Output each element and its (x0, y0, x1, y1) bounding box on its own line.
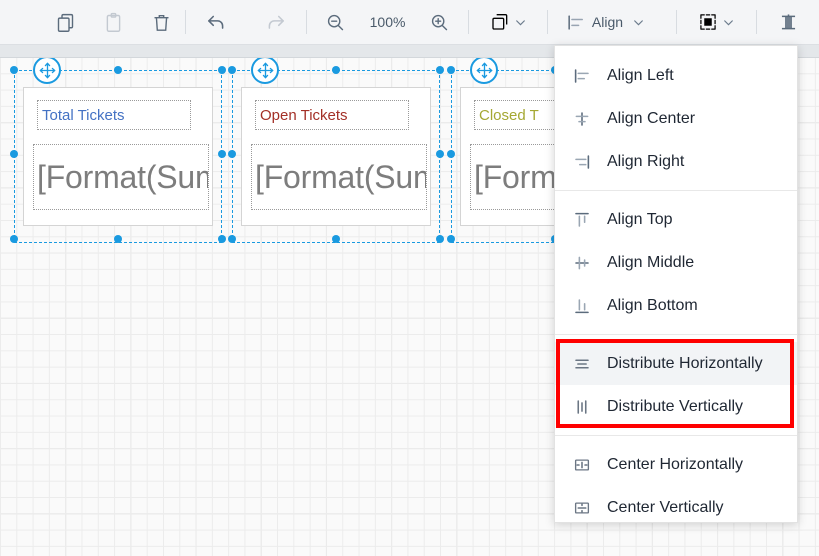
resize-handle-nw[interactable] (447, 66, 455, 74)
resize-handle-nw[interactable] (228, 66, 236, 74)
resize-handle-e[interactable] (436, 150, 444, 158)
resize-handle-se[interactable] (218, 235, 226, 243)
center-vertical-icon (569, 499, 595, 517)
resize-handle-e[interactable] (218, 150, 226, 158)
zoom-in-icon (432, 14, 448, 30)
chevron-down-icon (722, 16, 735, 29)
menu-item-label: Distribute Vertically (607, 397, 744, 415)
designer-window: 100% Align Total Tickets [Format(Sum Ope… (0, 0, 819, 556)
redo-icon (268, 15, 284, 29)
menu-item-align-top[interactable]: Align Top (555, 198, 797, 241)
lock-button[interactable] (757, 0, 819, 45)
zoom-level-label: 100% (369, 14, 406, 30)
menu-divider (555, 334, 797, 335)
align-button-label: Align (591, 14, 624, 30)
move-icon (257, 62, 273, 78)
move-icon (476, 62, 492, 78)
menu-divider (555, 190, 797, 191)
menu-item-label: Center Vertically (607, 498, 724, 516)
resize-handle-sw[interactable] (447, 235, 455, 243)
move-icon (39, 62, 55, 78)
menu-item-label: Align Bottom (607, 296, 698, 314)
align-top-icon (569, 211, 595, 229)
menu-item-align-left[interactable]: Align Left (555, 54, 797, 97)
widget-open-tickets[interactable]: Open Tickets [Format(Sum (228, 58, 444, 244)
chevron-down-icon (514, 16, 527, 29)
undo-icon (208, 15, 224, 29)
resize-handle-se[interactable] (436, 235, 444, 243)
chevron-down-icon (632, 16, 645, 29)
menu-item-label: Center Horizontally (607, 455, 744, 473)
resize-handle-s[interactable] (332, 235, 340, 243)
menu-divider (555, 435, 797, 436)
trash-icon (154, 14, 169, 31)
menu-item-label: Align Middle (607, 253, 695, 271)
undo-button[interactable] (186, 0, 246, 45)
selection-icon (700, 14, 716, 30)
main-toolbar: 100% Align (0, 0, 819, 45)
paste-button[interactable] (90, 0, 138, 45)
arrange-icon (491, 14, 507, 30)
resize-handle-ne[interactable] (436, 66, 444, 74)
align-dropdown-menu: Align Left Align Center Align Right Alig… (554, 45, 798, 523)
align-button[interactable]: Align (548, 0, 676, 45)
selection-outline (14, 70, 222, 243)
resize-handle-w[interactable] (228, 150, 236, 158)
lock-icon (781, 13, 795, 29)
menu-item-center-horizontally[interactable]: Center Horizontally (555, 443, 797, 486)
zoom-in-button[interactable] (411, 0, 468, 45)
menu-item-label: Align Right (607, 152, 685, 170)
align-middle-icon (569, 254, 595, 272)
resize-handle-n[interactable] (332, 66, 340, 74)
selection-button[interactable] (677, 0, 757, 45)
resize-handle-nw[interactable] (10, 66, 18, 74)
delete-button[interactable] (137, 0, 185, 45)
align-left-icon (569, 67, 595, 85)
resize-handle-sw[interactable] (10, 235, 18, 243)
resize-handle-n[interactable] (114, 66, 122, 74)
align-right-icon (569, 153, 595, 171)
distribute-horizontal-icon (569, 355, 595, 373)
arrange-button[interactable] (469, 0, 547, 45)
widget-total-tickets[interactable]: Total Tickets [Format(Sum (10, 58, 226, 244)
menu-item-label: Align Center (607, 109, 696, 127)
resize-handle-w[interactable] (447, 150, 455, 158)
resize-handle-w[interactable] (10, 150, 18, 158)
paste-icon (106, 12, 121, 32)
menu-item-align-bottom[interactable]: Align Bottom (555, 284, 797, 327)
copy-icon (58, 13, 74, 32)
align-center-icon (569, 110, 595, 128)
redo-button[interactable] (246, 0, 306, 45)
zoom-out-button[interactable] (307, 0, 364, 45)
menu-item-distribute-vertically[interactable]: Distribute Vertically (555, 385, 797, 428)
resize-handle-sw[interactable] (228, 235, 236, 243)
menu-item-center-vertically[interactable]: Center Vertically (555, 486, 797, 529)
zoom-out-icon (327, 14, 343, 30)
align-bottom-icon (569, 297, 595, 315)
resize-handle-s[interactable] (114, 235, 122, 243)
resize-handle-ne[interactable] (218, 66, 226, 74)
menu-item-align-right[interactable]: Align Right (555, 140, 797, 183)
menu-item-label: Align Left (607, 66, 674, 84)
menu-item-label: Distribute Horizontally (607, 354, 763, 372)
selection-outline (232, 70, 440, 243)
center-horizontal-icon (569, 456, 595, 474)
menu-item-align-middle[interactable]: Align Middle (555, 241, 797, 284)
align-icon (568, 14, 583, 30)
distribute-vertical-icon (569, 398, 595, 416)
menu-item-align-center[interactable]: Align Center (555, 97, 797, 140)
copy-button[interactable] (42, 0, 90, 45)
menu-item-label: Align Top (607, 210, 673, 228)
menu-item-distribute-horizontally[interactable]: Distribute Horizontally (555, 342, 797, 385)
